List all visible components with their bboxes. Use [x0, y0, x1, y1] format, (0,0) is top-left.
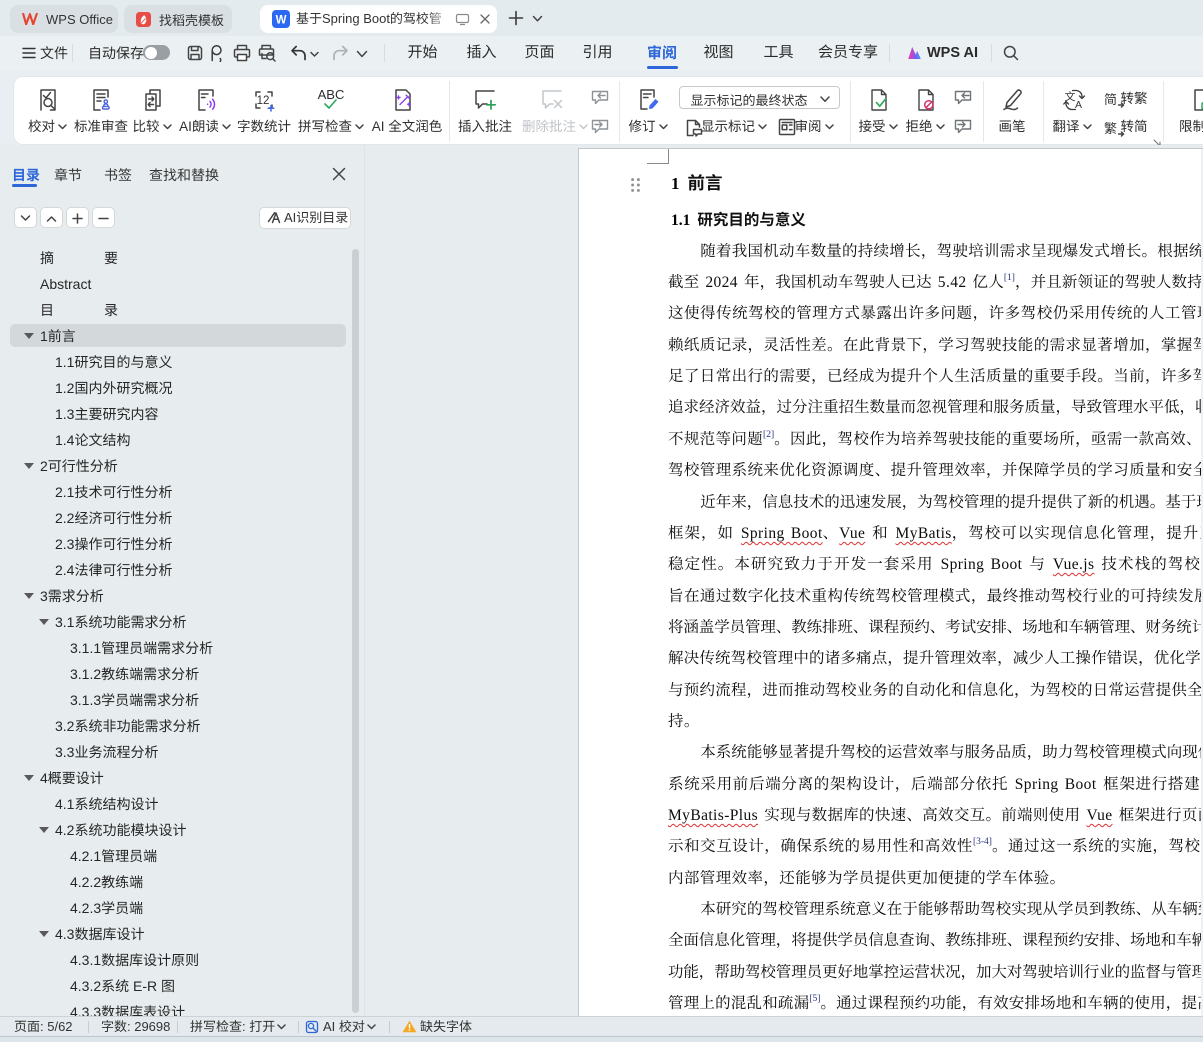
- svg-text:文: 文: [1065, 89, 1076, 105]
- svg-text:W: W: [276, 15, 287, 27]
- svg-text:ABC: ABC: [318, 87, 345, 102]
- svg-text:A: A: [1075, 99, 1082, 111]
- svg-text:12: 12: [257, 95, 270, 107]
